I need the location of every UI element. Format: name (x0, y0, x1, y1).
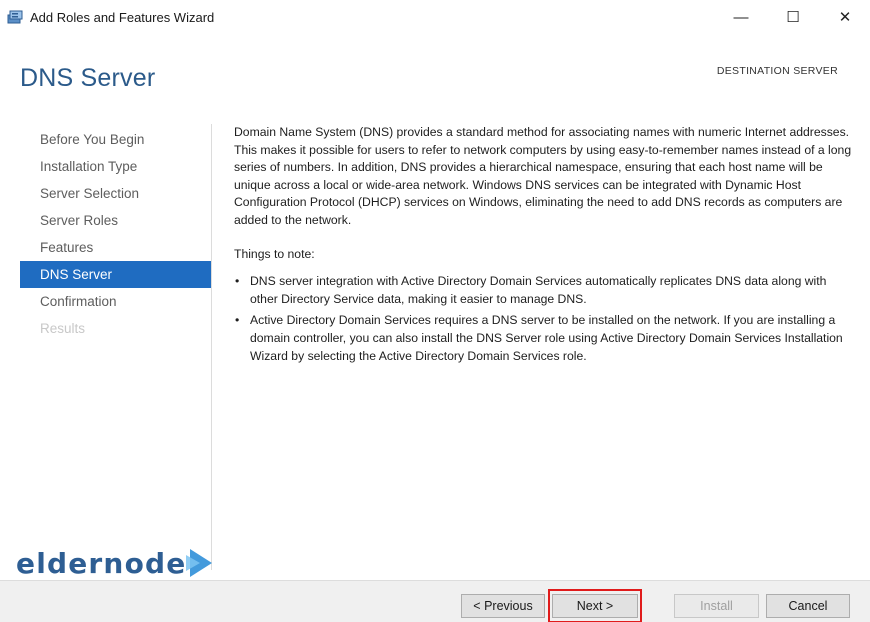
page-title: DNS Server (20, 64, 156, 92)
destination-server-label: DESTINATION SERVER (716, 65, 838, 77)
wizard-nav: Before You Begin Installation Type Serve… (20, 126, 211, 342)
bullet-icon: • (235, 313, 240, 328)
nav-item-installation-type[interactable]: Installation Type (20, 153, 211, 180)
intro-paragraph: Domain Name System (DNS) provides a stan… (234, 125, 852, 227)
logo-text: eldernode (16, 546, 187, 580)
list-item: • DNS server integration with Active Dir… (234, 273, 854, 308)
window-title: Add Roles and Features Wizard (30, 10, 215, 25)
nav-divider (211, 124, 212, 570)
nav-item-server-selection[interactable]: Server Selection (20, 180, 211, 207)
nav-item-server-roles[interactable]: Server Roles (20, 207, 211, 234)
main-content: Domain Name System (DNS) provides a stan… (234, 124, 854, 369)
nav-item-results: Results (40, 321, 86, 336)
nav-item-confirmation[interactable]: Confirmation (20, 288, 211, 315)
minimize-icon: — (733, 8, 749, 26)
server-manager-icon (7, 9, 25, 25)
minimize-button[interactable]: — (718, 0, 764, 34)
list-item: • Active Directory Domain Services requi… (234, 312, 854, 365)
notes-heading: Things to note: (234, 246, 315, 261)
install-button: Install (674, 594, 759, 618)
close-button[interactable]: ✕ (822, 0, 868, 34)
maximize-icon: ☐ (786, 9, 800, 26)
note-text: DNS server integration with Active Direc… (250, 274, 827, 306)
previous-button[interactable]: < Previous (461, 594, 545, 618)
maximize-button[interactable]: ☐ (770, 0, 816, 34)
nav-item-features[interactable]: Features (20, 234, 211, 261)
close-icon: ✕ (838, 9, 852, 26)
nav-item-dns-server[interactable]: DNS Server (20, 261, 211, 288)
window-titlebar: Add Roles and Features Wizard — ☐ ✕ (0, 0, 870, 36)
wizard-footer: < Previous Next > Install Cancel (0, 580, 870, 622)
nav-item-before-you-begin[interactable]: Before You Begin (20, 126, 211, 153)
cancel-button[interactable]: Cancel (766, 594, 850, 618)
eldernode-logo: eldernode (16, 543, 220, 583)
play-arrow-logo-icon (180, 543, 220, 583)
notes-list: • DNS server integration with Active Dir… (234, 273, 854, 365)
note-text: Active Directory Domain Services require… (250, 313, 843, 363)
next-button[interactable]: Next > (552, 594, 638, 618)
bullet-icon: • (235, 274, 240, 289)
